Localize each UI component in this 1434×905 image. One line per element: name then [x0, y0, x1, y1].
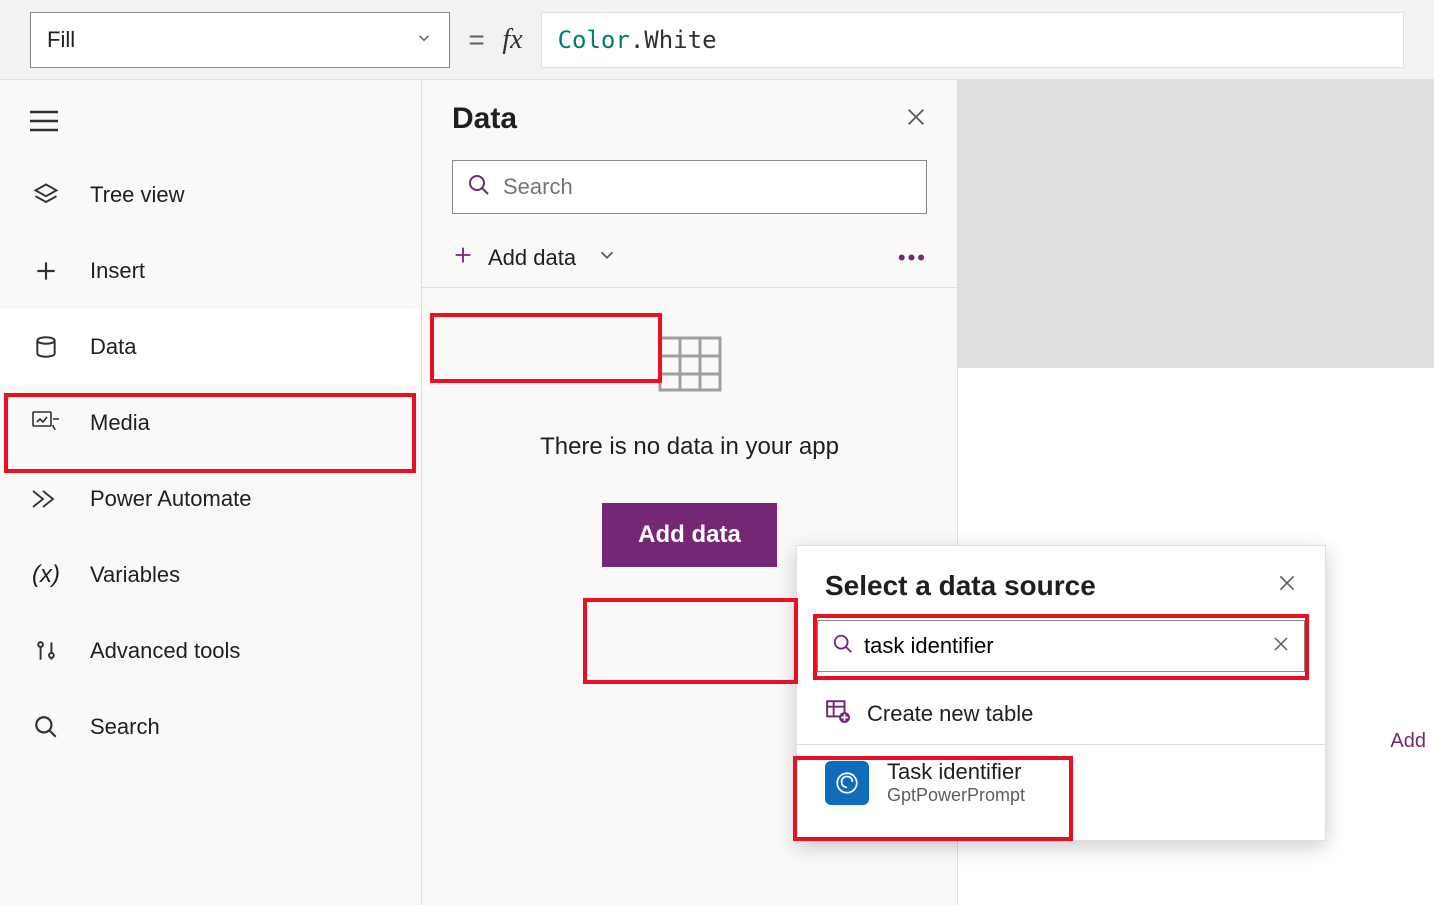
sidebar-item-tree-view[interactable]: Tree view	[0, 157, 421, 233]
data-search-box[interactable]	[452, 160, 927, 214]
formula-type-token: Color	[558, 26, 630, 54]
sidebar-item-advanced-tools[interactable]: Advanced tools	[0, 613, 421, 689]
media-icon	[30, 411, 62, 435]
more-options-button[interactable]: •••	[898, 245, 927, 271]
search-icon	[467, 173, 491, 202]
plus-icon	[452, 244, 474, 272]
create-new-table-button[interactable]: Create new table	[797, 684, 1325, 745]
data-source-popup: Select a data source Create new table Ta…	[796, 545, 1326, 841]
table-icon	[658, 336, 722, 433]
formula-bar: Fill = fx Color.White	[0, 0, 1434, 80]
property-name: Fill	[47, 27, 75, 53]
left-sidebar: Tree view Insert Data Media Power Automa	[0, 80, 422, 905]
variable-icon: (x)	[30, 561, 62, 589]
database-icon	[30, 334, 62, 360]
sidebar-item-search[interactable]: Search	[0, 689, 421, 765]
popup-close-button[interactable]	[1277, 572, 1297, 600]
sidebar-item-label: Tree view	[90, 182, 185, 208]
chevron-down-icon	[596, 244, 618, 272]
search-icon	[30, 714, 62, 740]
data-search-input[interactable]	[503, 174, 912, 200]
add-link[interactable]: Add	[1390, 730, 1426, 753]
empty-state: There is no data in your app Add data	[422, 288, 957, 567]
popup-title: Select a data source	[825, 570, 1096, 602]
create-table-label: Create new table	[867, 701, 1033, 727]
chevron-down-icon	[415, 27, 433, 53]
sidebar-item-power-automate[interactable]: Power Automate	[0, 461, 421, 537]
add-data-label: Add data	[488, 245, 576, 271]
sidebar-item-data[interactable]: Data	[0, 309, 421, 385]
sidebar-item-label: Variables	[90, 562, 180, 588]
sidebar-item-label: Media	[90, 410, 150, 436]
property-selector[interactable]: Fill	[30, 12, 450, 68]
empty-message: There is no data in your app	[540, 433, 839, 461]
fx-label: fx	[502, 24, 522, 56]
sidebar-item-label: Data	[90, 334, 136, 360]
equals-label: =	[468, 24, 484, 56]
hamburger-button[interactable]	[0, 100, 421, 157]
sidebar-item-label: Search	[90, 714, 160, 740]
tools-icon	[30, 638, 62, 664]
formula-input[interactable]: Color.White	[541, 12, 1404, 68]
sidebar-item-label: Power Automate	[90, 486, 251, 512]
table-plus-icon	[825, 698, 851, 730]
layers-icon	[30, 181, 62, 209]
formula-value-token: White	[644, 26, 716, 54]
plus-icon	[30, 258, 62, 284]
panel-title: Data	[452, 102, 517, 136]
sidebar-item-variables[interactable]: (x) Variables	[0, 537, 421, 613]
formula-dot-token: .	[630, 26, 644, 54]
sidebar-item-label: Insert	[90, 258, 145, 284]
flow-icon	[30, 487, 62, 511]
sidebar-item-insert[interactable]: Insert	[0, 233, 421, 309]
sidebar-item-media[interactable]: Media	[0, 385, 421, 461]
add-data-dropdown[interactable]: Add data	[452, 244, 618, 272]
close-panel-button[interactable]	[905, 104, 927, 135]
sidebar-item-label: Advanced tools	[90, 638, 240, 664]
add-data-button[interactable]: Add data	[602, 503, 777, 567]
